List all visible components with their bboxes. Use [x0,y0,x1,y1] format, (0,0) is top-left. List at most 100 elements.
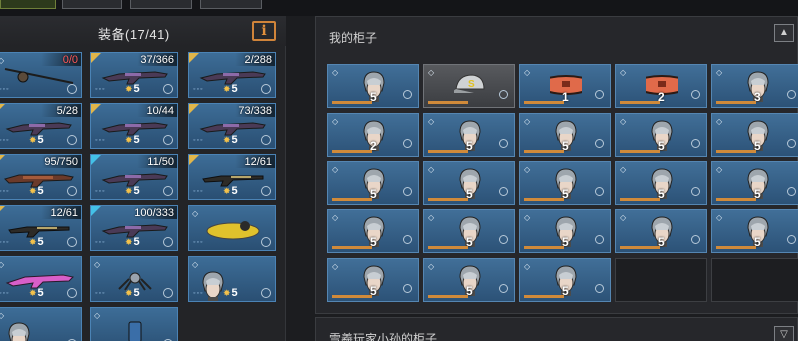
cabinet-item[interactable]: ◇ 5 [711,113,798,157]
gem-icon: ◇ [620,68,627,77]
top-tab-1[interactable] [0,0,56,9]
gem-icon: ◇ [716,213,723,222]
gem-icon: ◇ [620,165,627,174]
cabinet-item[interactable]: ◇ 5 [327,258,419,302]
equipment-item[interactable]: 100/333 ◦◦◦ ✸5 [90,205,178,251]
cabinet-item[interactable]: ◇ 5 [423,209,515,253]
gem-icon: ◇ [94,260,101,269]
cabinet-item[interactable]: ◇ 5 [711,161,798,205]
top-tab-2[interactable] [62,0,122,9]
gem-icon: ◇ [428,117,435,126]
expand-other-cabinet-button[interactable]: ▽ [774,326,794,341]
equipment-item[interactable]: 37/366 ◦◦◦ ✸5 [90,52,178,98]
slot-dots: ◦◦◦ [0,239,10,246]
equipment-header: 装备(17/41) i [0,16,286,46]
level-badge: ✸5 [125,185,140,197]
lock-icon [163,84,173,94]
cabinet-item[interactable]: ◇ 2 [327,113,419,157]
gem-icon: ◇ [428,213,435,222]
equipment-item[interactable]: 95/750 ◦◦◦ ✸5 [0,154,82,200]
durability-bar [716,246,756,249]
durability-bar [332,101,372,104]
equipment-item[interactable]: 10/44 ◦◦◦ ✸5 [90,103,178,149]
info-button[interactable]: i [252,21,276,41]
equipment-item[interactable]: 12/61 ◦◦◦ ✸5 [0,205,82,251]
durability-bar [332,295,372,298]
rarity-tag [0,206,5,216]
equipment-item[interactable]: 11/50 ◦◦◦ ✸5 [90,154,178,200]
star-icon: ✸ [29,237,37,247]
level-badge: ✸5 [29,236,44,248]
equipment-item[interactable]: ◇ ◦◦◦ ✸5 [0,256,82,302]
lock-icon [691,235,700,244]
cabinet-item[interactable]: ◇ 5 [327,161,419,205]
cabinet-item[interactable]: ◇ S [423,64,515,108]
level-badge: ✸5 [125,134,140,146]
durability-bar [620,101,660,104]
equipment-item[interactable]: 5/28 ◦◦◦ ✸5 [0,103,82,149]
top-tab-3[interactable] [130,0,192,9]
gem-icon: ◇ [332,165,339,174]
cabinet-item[interactable]: ◇ 1 [519,64,611,108]
cabinet-item[interactable]: ◇ 5 [327,209,419,253]
gem-icon: ◇ [332,262,339,271]
durability-bar [716,101,756,104]
rarity-tag [91,206,101,216]
equipment-item[interactable]: ◇◦◦◦ [0,307,82,341]
equipment-item[interactable]: 12/61 ◦◦◦ ✸5 [188,154,276,200]
durability-bar [524,295,564,298]
equipment-item[interactable]: ◇◦◦◦ [90,307,178,341]
cabinet-item[interactable]: ◇ 5 [519,209,611,253]
ammo-count: 73/338 [238,105,272,117]
durability-bar [428,246,468,249]
lock-icon [595,187,604,196]
ammo-count: 2/288 [244,54,272,66]
star-icon: ✸ [223,186,231,196]
durability-bar [524,198,564,201]
cabinet-item[interactable]: ◇ 2 [615,64,707,108]
cabinet-item[interactable]: ◇ 5 [423,113,515,157]
equipment-item[interactable]: ◇ ◦◦◦ ✸5 [90,256,178,302]
equipment-item[interactable]: 73/338 ◦◦◦ ✸5 [188,103,276,149]
star-icon: ✸ [125,135,133,145]
cabinet-item[interactable]: ◇ 5 [519,161,611,205]
cabinet-item[interactable]: ◇ 5 [711,209,798,253]
ammo-count: 100/333 [134,207,174,219]
cabinet-item[interactable]: ◇ 5 [615,113,707,157]
slot-dots: ◦◦◦ [0,188,10,195]
durability-bar [332,150,372,153]
slot-dots: ◦◦◦ [0,86,10,93]
equipment-item[interactable]: 2/288 ◦◦◦ ✸5 [188,52,276,98]
lock-icon [163,288,173,298]
top-tab-4[interactable] [200,0,262,9]
level-badge: ✸5 [125,287,140,299]
empty-cabinet-slot[interactable] [615,258,707,302]
cabinet-item[interactable]: ◇ 5 [327,64,419,108]
cabinet-item[interactable]: ◇ 5 [423,258,515,302]
level-badge: ✸5 [125,83,140,95]
yellow-drill-icon [197,218,269,240]
character-head-icon [3,320,75,341]
lock-icon [499,139,508,148]
fishing-rod-icon [3,65,75,87]
empty-cabinet-slot[interactable] [711,258,798,302]
cabinet-item[interactable]: ◇ 5 [615,209,707,253]
collapse-cabinet-button[interactable]: ▲ [774,24,794,42]
gem-icon: ◇ [620,213,627,222]
star-icon: ✸ [125,237,133,247]
cabinet-item[interactable]: ◇ 5 [423,161,515,205]
level-badge: ✸5 [223,83,238,95]
cabinet-item[interactable]: ◇ 5 [519,113,611,157]
equipment-item[interactable]: ◇ 0/0 ◦◦◦ [0,52,82,98]
svg-text:S: S [468,79,475,90]
cabinet-item[interactable]: ◇ 3 [711,64,798,108]
equipment-item[interactable]: ◇ ◦◦◦ ✸5 [188,256,276,302]
rarity-tag [189,53,199,63]
equipment-item[interactable]: ◇◦◦◦ [188,205,276,251]
gem-icon: ◇ [524,117,531,126]
cabinet-item[interactable]: ◇ 5 [519,258,611,302]
lock-icon [163,186,173,196]
level-value: 5 [133,287,140,299]
lock-icon [163,237,173,247]
cabinet-item[interactable]: ◇ 5 [615,161,707,205]
